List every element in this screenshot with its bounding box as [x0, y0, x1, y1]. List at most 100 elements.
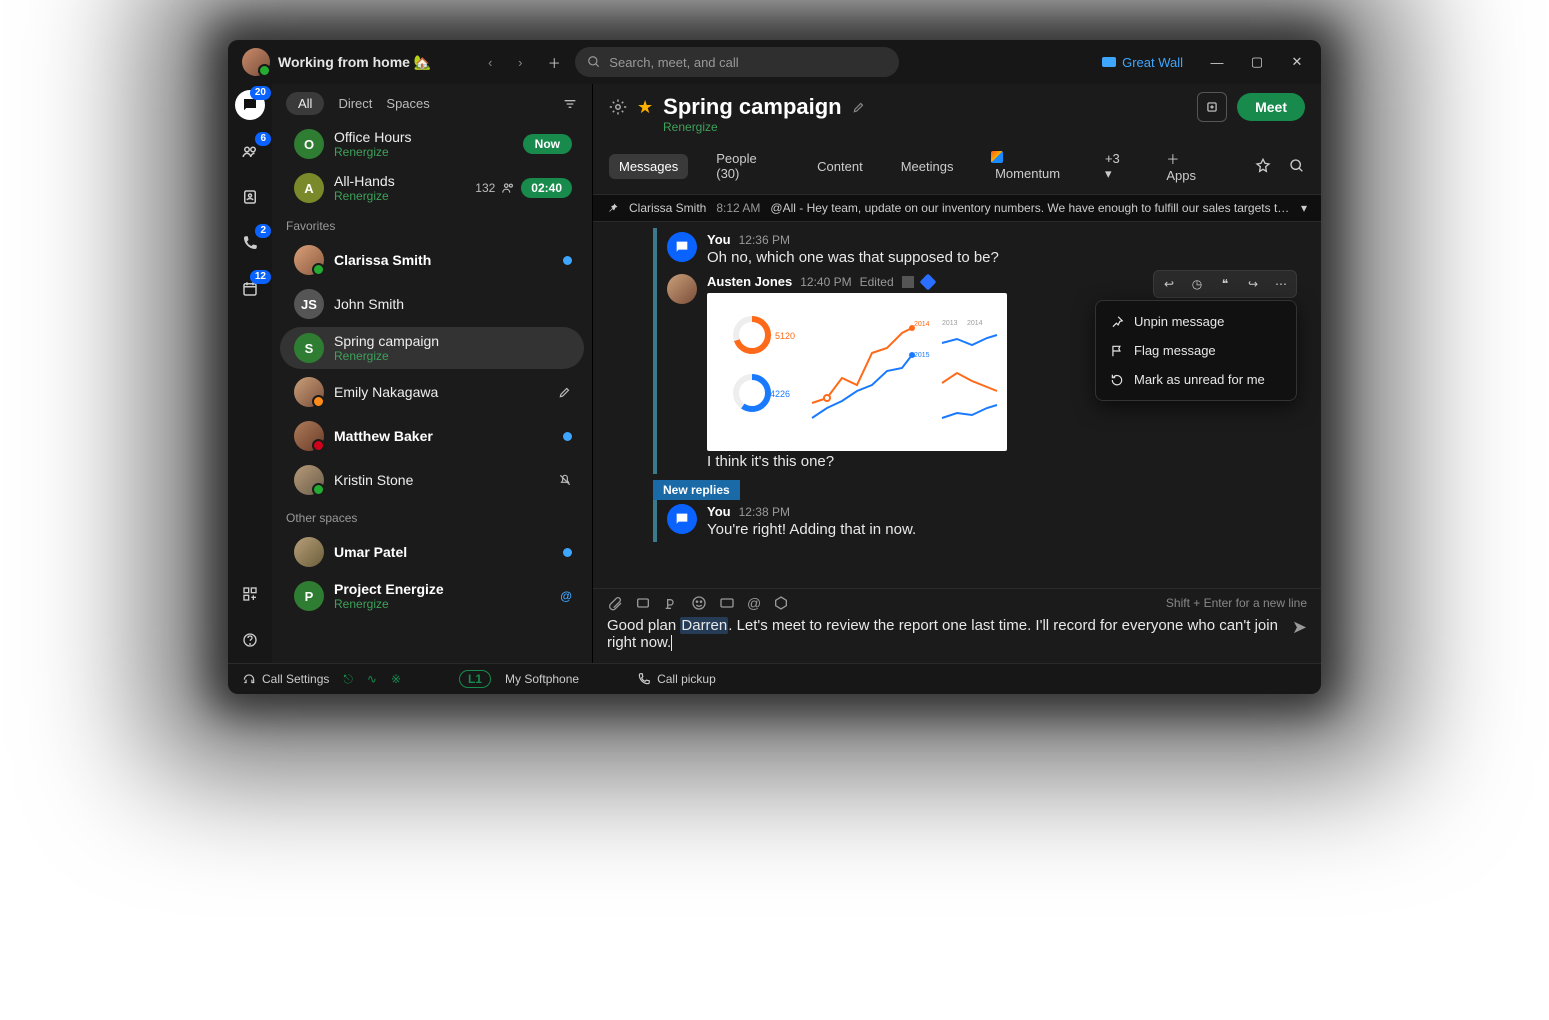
gif-icon[interactable]: [719, 595, 735, 611]
filter-icon[interactable]: [562, 96, 578, 112]
self-avatar: [667, 232, 697, 262]
filter-all[interactable]: All: [286, 92, 324, 115]
tab-people[interactable]: People (30): [706, 146, 789, 186]
message-row[interactable]: You12:36 PM Oh no, which one was that su…: [657, 228, 1321, 270]
space-title: Spring campaign: [663, 94, 841, 120]
tab-content[interactable]: Content: [807, 154, 873, 179]
list-item-john[interactable]: JS John Smith: [280, 283, 584, 325]
audio-icon-3[interactable]: ※: [391, 672, 401, 686]
search-in-space-icon[interactable]: [1289, 158, 1305, 174]
tab-meetings[interactable]: Meetings: [891, 154, 964, 179]
quote-icon[interactable]: ❝: [1212, 273, 1238, 295]
menu-flag[interactable]: Flag message: [1096, 336, 1296, 365]
softphone-label[interactable]: My Softphone: [505, 672, 579, 686]
space-subtitle: Renergize: [593, 120, 1321, 140]
audio-icon-2[interactable]: ∿: [367, 672, 377, 686]
menu-mark-unread[interactable]: Mark as unread for me: [1096, 365, 1296, 394]
rail-help[interactable]: [235, 625, 265, 655]
item-subtitle: Renergize: [334, 145, 513, 159]
tab-add-apps[interactable]: ＋ Apps: [1156, 144, 1219, 188]
list-item-matthew[interactable]: Matthew Baker: [280, 415, 584, 457]
rail-meetings[interactable]: 12: [235, 274, 265, 304]
edited-label: Edited: [860, 275, 894, 289]
pin-tab-icon[interactable]: [1255, 158, 1271, 174]
msg-time: 12:40 PM: [800, 275, 851, 289]
call-pickup-button[interactable]: Call pickup: [637, 672, 716, 686]
edit-title-icon[interactable]: [852, 100, 866, 114]
nav-forward-button[interactable]: ›: [507, 49, 533, 75]
now-badge: Now: [523, 134, 572, 154]
filter-spaces[interactable]: Spaces: [386, 96, 429, 111]
item-title: Emily Nakagawa: [334, 384, 548, 400]
rail-contacts[interactable]: [235, 182, 265, 212]
space-avatar-o: O: [294, 129, 324, 159]
message-row[interactable]: You12:38 PM You're right! Adding that in…: [657, 500, 1321, 542]
attached-chart-image[interactable]: 5120 4226 2014: [707, 293, 1007, 451]
list-item-emily[interactable]: Emily Nakagawa: [280, 371, 584, 413]
popout-button[interactable]: [1197, 92, 1227, 122]
list-item-all-hands[interactable]: A All-HandsRenergize 132 02:40: [280, 167, 584, 209]
filter-direct[interactable]: Direct: [338, 96, 372, 111]
great-wall-label: Great Wall: [1122, 55, 1183, 70]
list-item-project-energize[interactable]: P Project EnergizeRenergize @: [280, 575, 584, 617]
menu-unpin[interactable]: Unpin message: [1096, 307, 1296, 336]
list-item-spring-campaign[interactable]: S Spring campaignRenergize: [280, 327, 584, 369]
unread-dot: [563, 256, 572, 265]
attach-icon[interactable]: [607, 595, 623, 611]
reply-icon[interactable]: ◷: [1184, 273, 1210, 295]
unread-dot: [563, 432, 572, 441]
list-item-kristin[interactable]: Kristin Stone: [280, 459, 584, 501]
rail-messaging[interactable]: 20: [235, 90, 265, 120]
line-1-badge[interactable]: L1: [459, 670, 491, 688]
window-maximize-button[interactable]: ▢: [1241, 47, 1273, 77]
item-title: Clarissa Smith: [334, 252, 553, 268]
tab-momentum[interactable]: Momentum: [981, 146, 1077, 186]
msg-time: 12:36 PM: [739, 233, 790, 247]
list-item-office-hours[interactable]: O Office HoursRenergize Now: [280, 123, 584, 165]
nav-back-button[interactable]: ‹: [477, 49, 503, 75]
tab-more[interactable]: +3 ▾: [1095, 146, 1138, 187]
pickup-icon: [637, 672, 651, 686]
pinned-text: @All - Hey team, update on our inventory…: [770, 201, 1291, 215]
forward-icon[interactable]: ↪: [1240, 273, 1266, 295]
teams-badge: 6: [255, 132, 271, 146]
format-icon[interactable]: [663, 595, 679, 611]
send-button[interactable]: ➤: [1292, 617, 1307, 638]
list-item-umar[interactable]: Umar Patel: [280, 531, 584, 573]
bitmoji-icon[interactable]: [773, 595, 789, 611]
great-wall-link[interactable]: Great Wall: [1102, 55, 1183, 70]
favorite-star-icon[interactable]: ★: [637, 97, 653, 118]
audio-icon-1[interactable]: ⎋: [343, 672, 353, 687]
tab-messages[interactable]: Messages: [609, 154, 688, 179]
rail-apps[interactable]: [235, 579, 265, 609]
rail-teams[interactable]: 6: [235, 136, 265, 166]
space-settings-icon[interactable]: [609, 98, 627, 116]
meet-button[interactable]: Meet: [1237, 93, 1305, 121]
list-item-clarissa[interactable]: Clarissa Smith: [280, 239, 584, 281]
screenshot-icon[interactable]: [635, 595, 651, 611]
window-close-button[interactable]: ✕: [1281, 47, 1313, 77]
chevron-down-icon[interactable]: ▾: [1301, 201, 1307, 215]
compose-input[interactable]: Good plan Darren. Let's meet to review t…: [607, 617, 1307, 651]
more-icon[interactable]: ⋯: [1268, 273, 1294, 295]
msg-author: You: [707, 504, 731, 519]
message-hover-actions: ↩ ◷ ❝ ↪ ⋯: [1153, 270, 1297, 298]
search-input[interactable]: Search, meet, and call: [575, 47, 899, 77]
person-avatar: [294, 421, 324, 451]
new-button[interactable]: ＋: [541, 49, 567, 75]
message-row[interactable]: Austen Jones 12:40 PM Edited 5120: [657, 270, 1321, 474]
pinned-icon: [919, 273, 936, 290]
emoji-icon[interactable]: [691, 595, 707, 611]
svg-text:2015: 2015: [914, 352, 930, 359]
item-title: John Smith: [334, 296, 572, 312]
react-icon[interactable]: ↩: [1156, 273, 1182, 295]
mention-icon[interactable]: @: [747, 595, 761, 611]
rail-calling[interactable]: 2: [235, 228, 265, 258]
svg-text:2013: 2013: [942, 320, 958, 327]
pinned-message-bar[interactable]: Clarissa Smith 8:12 AM @All - Hey team, …: [593, 194, 1321, 222]
profile-avatar[interactable]: [242, 48, 270, 76]
window-minimize-button[interactable]: —: [1201, 47, 1233, 77]
search-placeholder: Search, meet, and call: [609, 55, 738, 70]
status-text[interactable]: Working from home 🏡: [278, 54, 431, 71]
call-settings-button[interactable]: Call Settings: [242, 672, 329, 686]
